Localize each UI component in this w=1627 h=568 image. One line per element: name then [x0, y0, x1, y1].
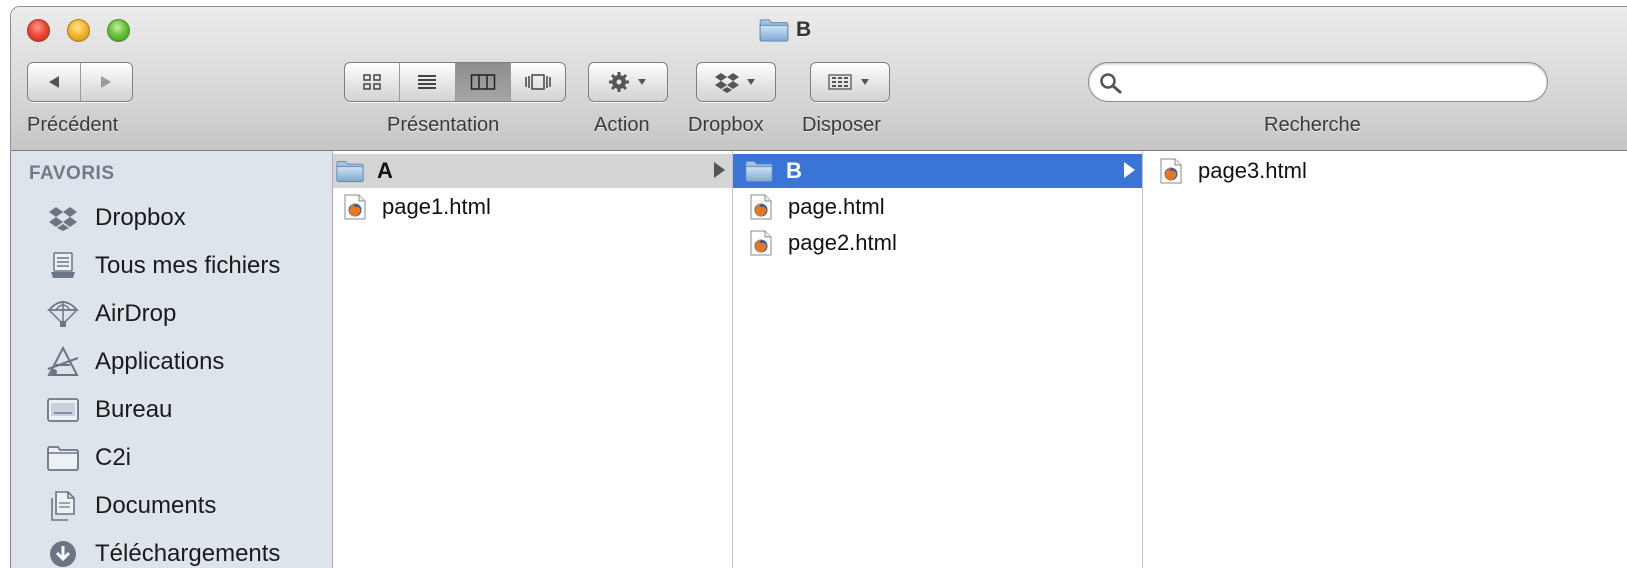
zoom-window-button[interactable]: [107, 19, 130, 42]
item-label: A: [377, 158, 393, 183]
documents-icon: [45, 490, 81, 522]
list-view-icon: [418, 75, 437, 89]
list-item[interactable]: page1.html: [333, 190, 732, 224]
view-label: Présentation: [387, 114, 500, 136]
column-1: A page1.html: [333, 151, 733, 568]
dropbox-icon: [715, 73, 755, 93]
search-icon: [1100, 73, 1122, 94]
sidebar-item-desktop[interactable]: Bureau: [45, 388, 172, 432]
downloads-icon: [45, 538, 81, 568]
column-view-icon: [470, 74, 495, 90]
finder-window: B Précédent Présentation Action Dropbox …: [10, 6, 1627, 568]
dropbox-label: Dropbox: [688, 114, 764, 136]
gear-icon: [609, 72, 646, 92]
sidebar-item-airdrop[interactable]: AirDrop: [45, 292, 176, 336]
html-file-icon: [747, 229, 775, 257]
list-item[interactable]: B: [733, 154, 1142, 188]
dropbox-icon: [45, 202, 81, 234]
coverflow-view-button[interactable]: [511, 63, 565, 101]
disclosure-arrow-icon: [714, 162, 725, 178]
toolbar: B Précédent Présentation Action Dropbox …: [11, 7, 1627, 151]
close-window-button[interactable]: [27, 19, 50, 42]
list-view-button[interactable]: [400, 63, 456, 101]
folder-icon: [45, 442, 81, 474]
triangle-left-icon: [48, 76, 59, 88]
dropbox-button[interactable]: [696, 62, 776, 102]
column-3: page3.html: [1143, 151, 1627, 568]
back-forward-control: [27, 62, 133, 102]
search-input[interactable]: [1129, 69, 1533, 97]
arrange-icon: [828, 74, 869, 90]
item-label: page3.html: [1198, 158, 1307, 183]
column-2: B page.html page2.html: [733, 151, 1143, 568]
action-label: Action: [594, 114, 650, 136]
item-label: page2.html: [788, 230, 897, 255]
html-file-icon: [341, 193, 369, 221]
minimize-window-button[interactable]: [67, 19, 90, 42]
folder-icon: [336, 157, 364, 185]
list-item[interactable]: page.html: [733, 190, 1142, 224]
action-button[interactable]: [588, 62, 668, 102]
coverflow-view-icon: [525, 74, 551, 90]
sidebar-item-label: Documents: [95, 492, 217, 519]
sidebar-item-dropbox[interactable]: Dropbox: [45, 196, 186, 240]
forward-button[interactable]: [81, 63, 133, 101]
sidebar-item-c2i[interactable]: C2i: [45, 436, 131, 480]
sidebar-item-label: Bureau: [95, 396, 173, 423]
airdrop-icon: [45, 298, 81, 330]
list-item[interactable]: page2.html: [733, 226, 1142, 260]
sidebar-item-label: Applications: [95, 348, 225, 375]
view-mode-control: [344, 62, 566, 102]
desktop-icon: [45, 394, 81, 426]
sidebar-item-label: C2i: [95, 444, 132, 471]
back-label: Précédent: [27, 114, 119, 136]
window-title: B: [759, 18, 811, 42]
sidebar-item-all-files[interactable]: Tous mes fichiers: [45, 244, 280, 288]
sidebar-item-documents[interactable]: Documents: [45, 484, 216, 528]
list-item[interactable]: page3.html: [1143, 154, 1627, 188]
html-file-icon: [747, 193, 775, 221]
all-files-icon: [45, 250, 81, 282]
item-label: page.html: [788, 194, 885, 219]
back-button[interactable]: [28, 63, 81, 101]
sidebar-item-label: Dropbox: [95, 204, 186, 231]
item-label: B: [786, 158, 802, 183]
arrange-label: Disposer: [802, 114, 881, 136]
sidebar-item-label: AirDrop: [95, 300, 177, 327]
sidebar-item-applications[interactable]: Applications: [45, 340, 224, 384]
folder-icon: [745, 157, 773, 185]
list-item[interactable]: A: [333, 154, 732, 188]
search-label: Recherche: [1264, 114, 1361, 136]
sidebar-item-label: Téléchargements: [95, 540, 281, 567]
sidebar-item-downloads[interactable]: Téléchargements: [45, 532, 280, 568]
applications-icon: [45, 346, 81, 378]
html-file-icon: [1157, 157, 1185, 185]
column-view-button[interactable]: [455, 63, 511, 101]
sidebar-header-favorites: FAVORIS: [29, 163, 115, 184]
sidebar: FAVORIS Dropbox Tous mes fichiers AirDro…: [11, 151, 333, 568]
icon-view-button[interactable]: [345, 63, 401, 101]
folder-icon: [759, 18, 789, 42]
arrange-button[interactable]: [810, 62, 890, 102]
sidebar-item-label: Tous mes fichiers: [95, 252, 281, 279]
triangle-right-icon: [101, 76, 112, 88]
disclosure-arrow-icon: [1124, 162, 1135, 178]
window-title-text: B: [796, 18, 812, 41]
search-field[interactable]: [1088, 62, 1548, 102]
icon-view-icon: [363, 74, 381, 90]
item-label: page1.html: [382, 194, 491, 219]
